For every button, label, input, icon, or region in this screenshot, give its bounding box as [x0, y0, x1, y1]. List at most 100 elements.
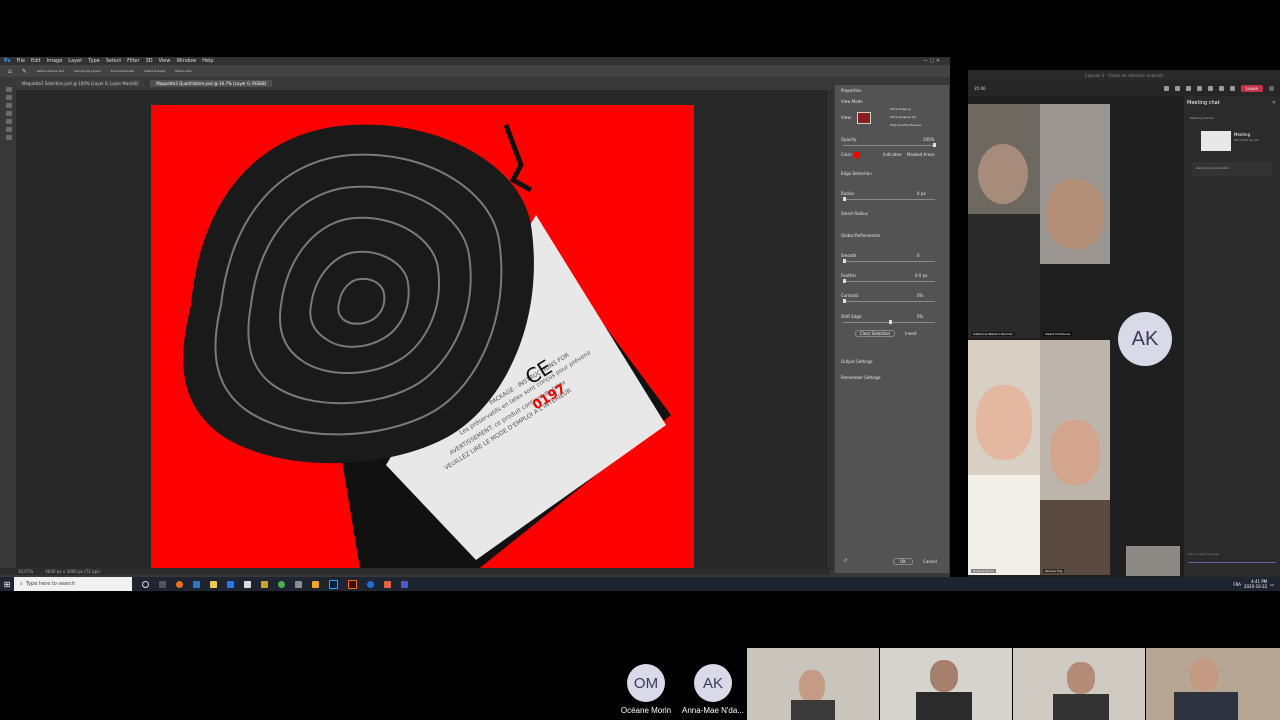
file-explorer-icon[interactable] [210, 580, 217, 588]
cortana-icon[interactable] [142, 580, 149, 588]
mail-icon[interactable] [227, 580, 234, 588]
teams-icon[interactable] [401, 580, 408, 588]
avatar-ak[interactable]: AK [1118, 312, 1172, 366]
hand-tool-icon[interactable] [6, 127, 12, 132]
overlay-color-swatch[interactable] [854, 152, 860, 158]
notification-icon[interactable]: ▭ [1270, 582, 1274, 587]
edge-icon[interactable] [193, 580, 200, 588]
ps-logo-icon[interactable]: Ps [4, 58, 11, 64]
menu-view[interactable]: View [159, 58, 171, 64]
edge-detection-heading[interactable]: Edge Detection [841, 171, 872, 176]
tab-document-1[interactable]: Maquette1 Selection.psd @ 100% (Layer 0,… [16, 79, 145, 87]
object-selection-tool-icon[interactable] [6, 111, 12, 116]
video-tile-2[interactable]: Albert Chiarbous [1040, 104, 1110, 338]
indicates-dropdown[interactable]: Masked Areas [907, 152, 935, 157]
window-controls[interactable]: — ▢ ✕ [923, 58, 940, 64]
store-icon[interactable] [244, 580, 251, 588]
strip-video-4[interactable] [1146, 648, 1280, 720]
menu-image[interactable]: Image [47, 58, 63, 64]
contrast-value[interactable]: 0% [917, 293, 923, 298]
option-sample-all[interactable]: Sample All Layers [74, 69, 101, 73]
strip-video-1[interactable] [747, 648, 879, 720]
smooth-value[interactable]: 0 [917, 253, 920, 258]
feather-slider[interactable] [843, 279, 935, 283]
indesign-icon[interactable] [384, 580, 391, 588]
quick-selection-tool-icon[interactable] [6, 87, 12, 92]
brush-icon[interactable]: ✎ [22, 68, 27, 75]
recording-thumbnail[interactable] [1201, 131, 1231, 151]
share-screen-icon[interactable] [1230, 85, 1235, 91]
leave-button[interactable]: Leave [1241, 84, 1263, 92]
option-decontaminate[interactable]: Decontaminate [111, 69, 134, 73]
microphone-icon[interactable] [1219, 85, 1224, 91]
lasso-tool-icon[interactable] [6, 119, 12, 124]
self-view-tile[interactable] [1126, 546, 1180, 576]
canvas-vertical-scrollbar[interactable] [829, 90, 833, 570]
invert-button[interactable]: Invert [901, 330, 921, 337]
menu-layer[interactable]: Layer [68, 58, 82, 64]
show-edge-checkbox[interactable]: Show Edge (J) [890, 107, 911, 111]
photoshop-icon[interactable] [329, 579, 338, 589]
menu-help[interactable]: Help [202, 58, 213, 64]
brush-tool-icon[interactable] [6, 103, 12, 108]
tray-clock[interactable]: 4:41 PM 2020-10-22 [1244, 579, 1267, 589]
strip-avatar-ak[interactable]: AK [694, 664, 732, 702]
shift-edge-slider[interactable] [843, 320, 935, 324]
strip-video-3[interactable] [1013, 648, 1145, 720]
clear-selection-button[interactable]: Clear Selection [855, 330, 895, 337]
task-view-icon[interactable] [159, 580, 166, 588]
show-original-checkbox[interactable]: Show Original (P) [890, 115, 916, 119]
security-icon[interactable] [261, 580, 268, 588]
illustrator-icon[interactable] [348, 579, 357, 589]
view-mode-dropdown[interactable] [857, 112, 871, 124]
firefox-icon[interactable] [176, 580, 183, 588]
chat-close-icon[interactable]: ✕ [1272, 100, 1276, 106]
ok-button[interactable]: OK [893, 558, 913, 565]
chat-icon[interactable] [1175, 85, 1180, 91]
refine-edge-brush-icon[interactable] [6, 95, 12, 100]
menu-select[interactable]: Select [106, 58, 121, 64]
menu-window[interactable]: Window [176, 58, 196, 64]
high-quality-preview-checkbox[interactable]: High Quality Preview [890, 123, 921, 127]
shift-edge-value[interactable]: 0% [917, 314, 923, 319]
tray-lang[interactable]: FRA [1233, 582, 1241, 587]
menu-3d[interactable]: 3D [146, 58, 153, 64]
smooth-slider[interactable] [843, 259, 935, 263]
app-icon[interactable] [295, 580, 302, 588]
radius-slider[interactable] [843, 197, 935, 201]
tab-document-2[interactable]: Maquette2 Quadrilatere.psd @ 16.7% (Laye… [150, 79, 273, 87]
zoom-tool-icon[interactable] [6, 135, 12, 140]
video-tile-1[interactable]: Catherine Bizzarri-Hermier [968, 104, 1040, 338]
opacity-slider[interactable] [843, 143, 936, 147]
menu-file[interactable]: File [17, 58, 25, 64]
camera-icon[interactable] [1208, 85, 1213, 91]
video-tile-4[interactable]: Tamara Fog [1040, 340, 1110, 575]
option-refine-radius[interactable]: Refine Radius Tool [37, 69, 64, 73]
remember-settings-checkbox[interactable]: Remember Settings [841, 375, 881, 380]
video-tile-3[interactable]: Océane Morin [968, 340, 1040, 575]
more-actions-icon[interactable] [1197, 85, 1202, 91]
participants-icon[interactable] [1164, 85, 1169, 91]
windows-start-icon[interactable]: ⊞ [0, 577, 14, 591]
notes-icon[interactable] [312, 580, 319, 588]
feather-value[interactable]: 0.0 px [915, 273, 928, 278]
global-refinements-heading[interactable]: Global Refinements [841, 233, 880, 238]
strip-video-2[interactable] [880, 648, 1012, 720]
leave-options-icon[interactable] [1269, 85, 1274, 91]
chat-input[interactable]: Type a new message [1188, 552, 1276, 563]
home-icon[interactable]: ⌂ [8, 68, 12, 75]
chrome-icon[interactable] [278, 580, 285, 588]
opacity-value[interactable]: 100% [923, 137, 934, 142]
reset-icon[interactable]: ↺ [843, 558, 847, 564]
zoom-app-icon[interactable] [367, 580, 374, 588]
menu-edit[interactable]: Edit [31, 58, 41, 64]
menu-type[interactable]: Type [88, 58, 99, 64]
strip-avatar-om[interactable]: OM [627, 664, 665, 702]
radius-value[interactable]: 0 px [917, 191, 926, 196]
option-select-subject[interactable]: Select Subject [144, 69, 165, 73]
reactions-icon[interactable] [1186, 85, 1191, 91]
menu-filter[interactable]: Filter [127, 58, 139, 64]
option-refine-hair[interactable]: Refine Hair [175, 69, 192, 73]
taskbar-search[interactable]: ⌕ Type here to search [14, 577, 132, 591]
smart-radius-checkbox[interactable]: Smart Radius [841, 211, 868, 216]
